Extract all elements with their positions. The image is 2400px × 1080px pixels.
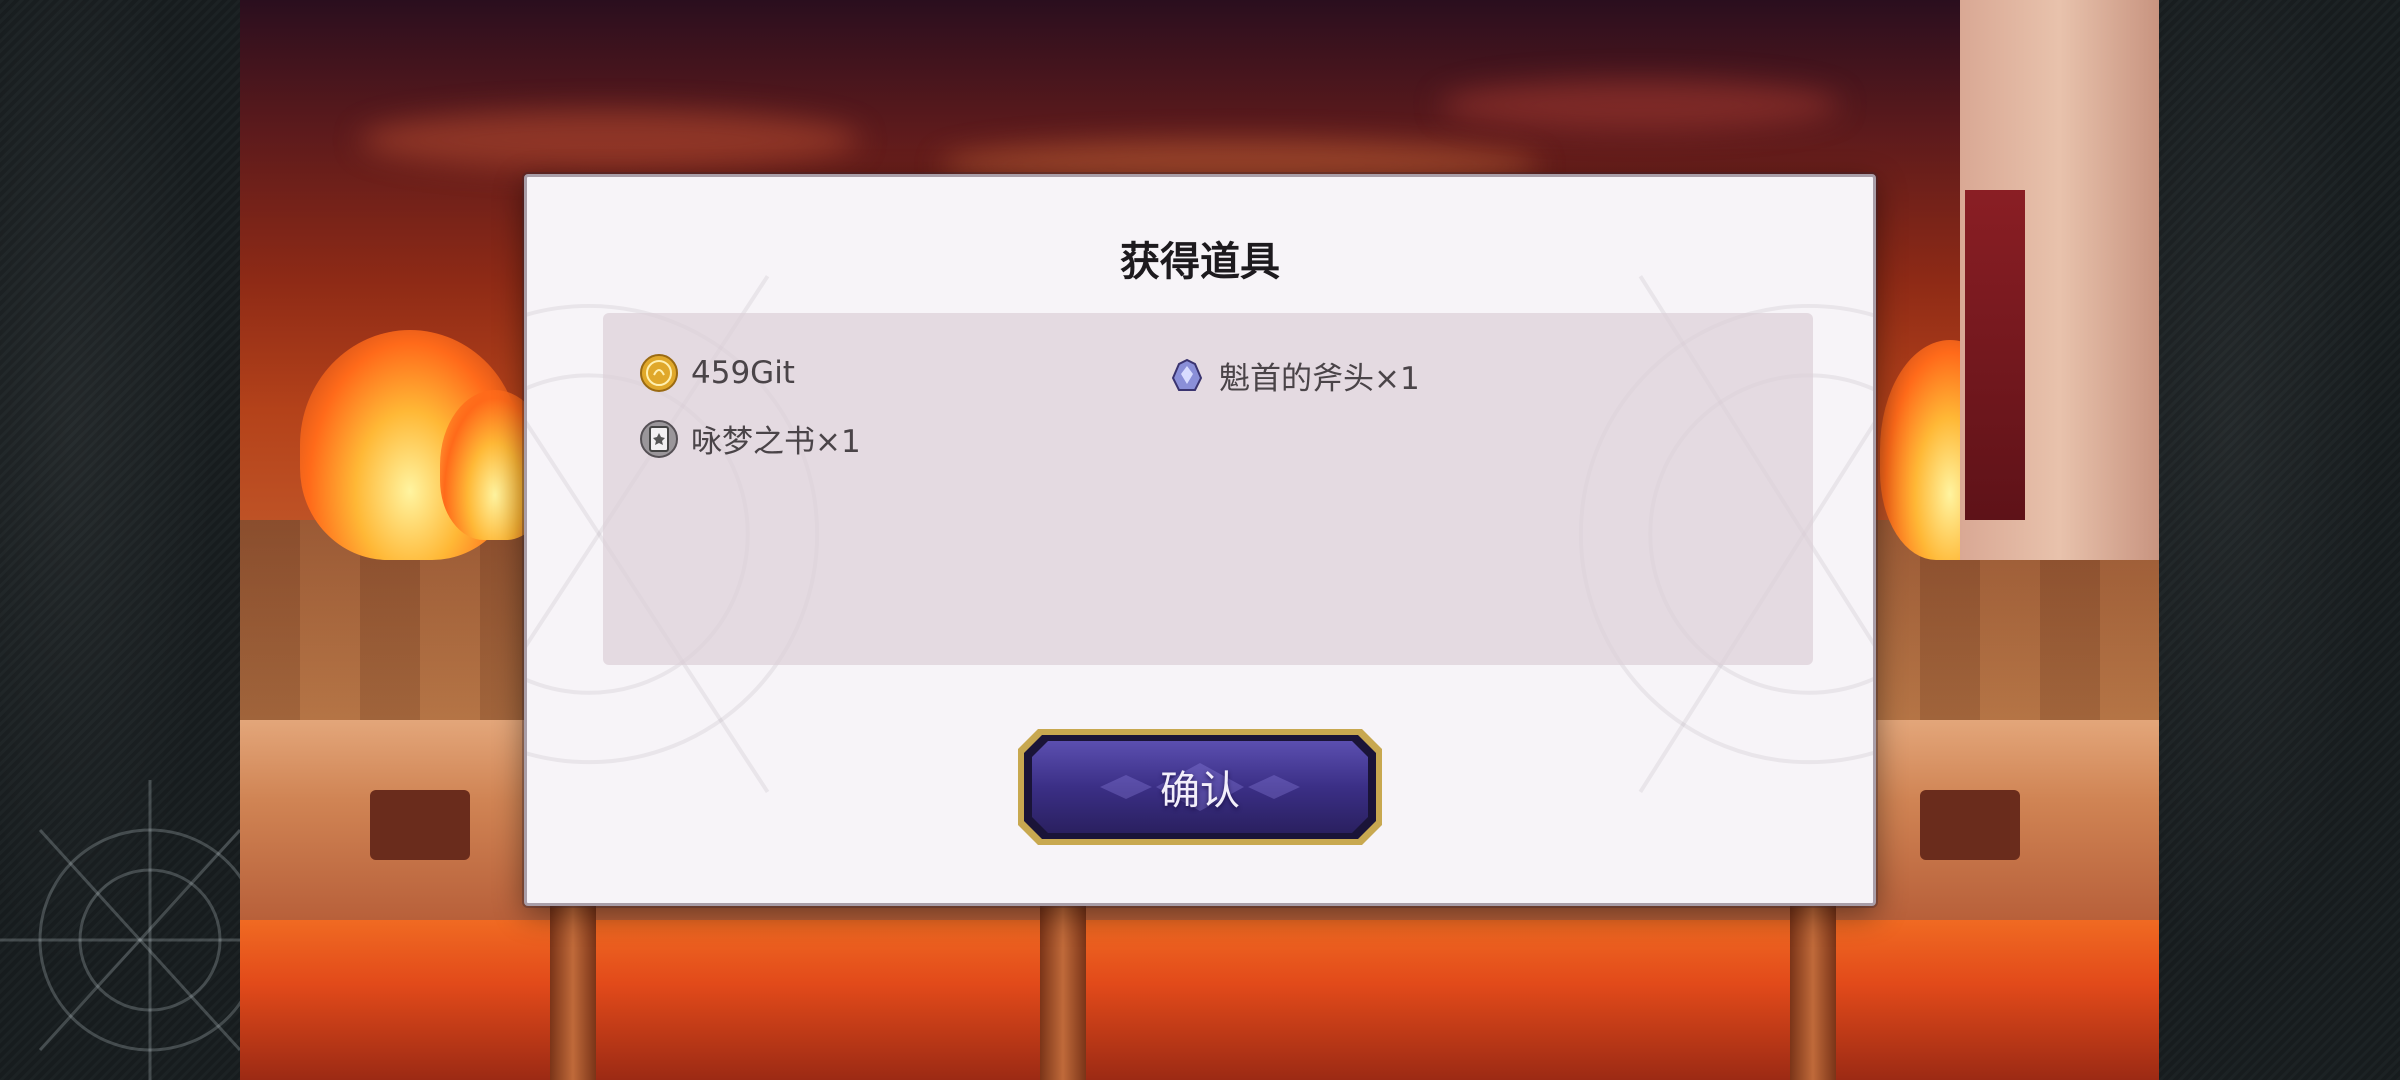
- compass-ornament-icon: [0, 780, 240, 1080]
- reward-item-label: 咏梦之书×1: [691, 424, 861, 460]
- reward-item-label: 459Git: [691, 355, 795, 391]
- lava-glow: [240, 920, 2159, 1080]
- red-banner: [1965, 190, 2025, 520]
- reward-item-book: 咏梦之书×1: [639, 416, 861, 461]
- confirm-button[interactable]: 确认: [1014, 725, 1386, 849]
- reward-item-label: 魁首的斧头×1: [1219, 361, 1420, 397]
- dialog-title: 获得道具: [1120, 239, 1280, 285]
- book-icon: [640, 419, 678, 458]
- reward-item-gold: 459Git: [639, 353, 795, 393]
- axe-head-icon: [1171, 358, 1203, 391]
- item-reward-dialog: 获得道具 459Git 魁首的斧头×1 咏梦之书×1 确认: [524, 174, 1876, 906]
- reward-item-axe-head: 魁首的斧头×1: [1167, 353, 1420, 398]
- gold-coin-icon: [640, 354, 678, 392]
- reward-list: 459Git 魁首的斧头×1 咏梦之书×1: [603, 313, 1813, 665]
- confirm-button-frame: [1018, 729, 1382, 845]
- right-border-panel: [2159, 0, 2400, 1080]
- left-border-panel: [0, 0, 240, 1080]
